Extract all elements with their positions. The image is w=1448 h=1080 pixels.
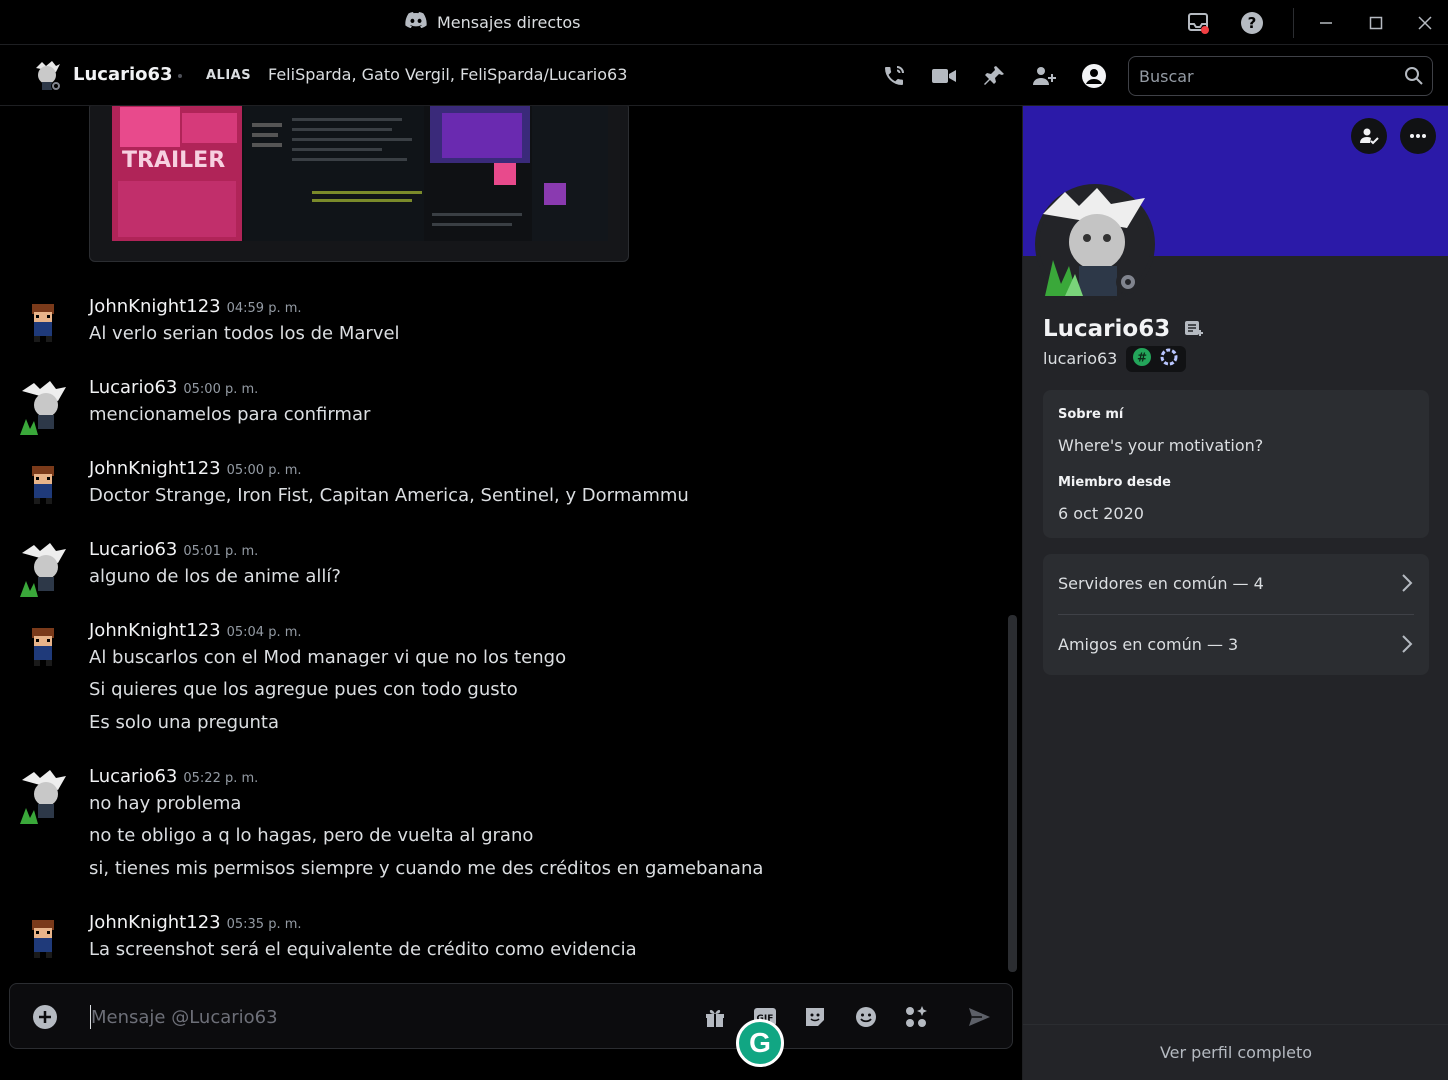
add-member-icon[interactable]	[1030, 62, 1058, 90]
message-author[interactable]: JohnKnight123 05:00 p. m.	[89, 458, 302, 479]
inbox-icon[interactable]	[1183, 8, 1213, 38]
search-box[interactable]	[1128, 56, 1433, 96]
message-author[interactable]: JohnKnight123 05:04 p. m.	[89, 620, 302, 641]
header-separator-dot	[178, 74, 182, 78]
apps-icon[interactable]	[903, 1004, 929, 1030]
about-card: Sobre mí Where's your motivation? Miembr…	[1043, 390, 1429, 538]
message-author[interactable]: Lucario63 05:00 p. m.	[89, 377, 258, 398]
sticker-icon[interactable]	[802, 1004, 828, 1030]
maximize-icon[interactable]	[1361, 8, 1391, 38]
add-friend-icon[interactable]	[1351, 118, 1387, 154]
message-text: no hay problema	[89, 793, 242, 814]
alias-label: ALIAS	[206, 68, 252, 83]
search-input[interactable]	[1139, 65, 1394, 87]
about-text: Where's your motivation?	[1058, 436, 1264, 455]
nitro-badge-icon[interactable]	[1158, 346, 1180, 372]
message-text: Al buscarlos con el Mod manager vi que n…	[89, 647, 567, 668]
channel-header: Lucario63 ALIAS FeliSparda, Gato Vergil,…	[0, 46, 1448, 106]
status-offline-icon	[1116, 270, 1140, 294]
message-timestamp: 05:00 p. m.	[226, 463, 302, 478]
message-text: Si quieres que los agregue pues con todo…	[89, 679, 518, 700]
view-full-profile-button[interactable]: Ver perfil completo	[1023, 1024, 1448, 1080]
message-author[interactable]: JohnKnight123 05:35 p. m.	[89, 912, 302, 933]
member-since-value: 6 oct 2020	[1058, 504, 1144, 523]
embed-trailer-text: TRAILER	[122, 148, 225, 173]
screenshot-preview: TRAILER	[112, 106, 608, 241]
phone-call-icon[interactable]	[880, 62, 908, 90]
avatar-lucario63[interactable]	[20, 543, 68, 597]
user-profile-icon[interactable]	[1080, 62, 1108, 90]
search-icon[interactable]	[1404, 66, 1424, 90]
avatar-lucario63[interactable]	[20, 770, 68, 824]
add-attachment-icon[interactable]	[32, 1004, 58, 1034]
message-text: si, tienes mis permisos siempre y cuando…	[89, 858, 764, 879]
emoji-icon[interactable]	[853, 1004, 879, 1030]
profile-username: lucario63	[1043, 349, 1118, 368]
mutual-servers-row[interactable]: Servidores en común — 4	[1058, 554, 1414, 614]
profile-display-name: Lucario63	[1043, 316, 1204, 343]
pin-icon[interactable]	[980, 62, 1008, 90]
hashtag-badge-icon[interactable]: #	[1132, 347, 1152, 371]
grammarly-icon[interactable]: G	[736, 1019, 784, 1067]
svg-text:?: ?	[1248, 14, 1257, 32]
message-timestamp: 05:22 p. m.	[183, 771, 259, 786]
message-timestamp: 05:01 p. m.	[183, 544, 259, 559]
video-call-icon[interactable]	[930, 62, 958, 90]
minimize-icon[interactable]	[1311, 8, 1341, 38]
chevron-right-icon	[1400, 572, 1414, 598]
message-text: Al verlo serian todos los de Marvel	[89, 323, 400, 344]
alias-value: FeliSparda, Gato Vergil, FeliSparda/Luca…	[268, 65, 628, 84]
mutual-friends-label: Amigos en común — 3	[1058, 635, 1239, 654]
message-text: mencionamelos para confirmar	[89, 404, 371, 425]
avatar-johnknight123[interactable]	[20, 916, 68, 964]
chat-scrollbar[interactable]	[1008, 615, 1017, 972]
message-input[interactable]	[90, 1005, 680, 1029]
mutual-servers-label: Servidores en común — 4	[1058, 574, 1264, 593]
message-author[interactable]: Lucario63 05:22 p. m.	[89, 766, 258, 787]
message-timestamp: 05:00 p. m.	[183, 382, 259, 397]
member-since-label: Miembro desde	[1058, 475, 1171, 490]
message-timestamp: 05:35 p. m.	[226, 917, 302, 932]
profile-badges: #	[1126, 346, 1186, 372]
help-icon[interactable]: ?	[1237, 8, 1267, 38]
message-text: alguno de los de anime allí?	[89, 566, 341, 587]
message-timestamp: 04:59 p. m.	[226, 301, 302, 316]
avatar-lucario63[interactable]	[20, 381, 68, 435]
message-composer: GIF	[9, 983, 1013, 1049]
note-icon[interactable]	[1184, 317, 1204, 343]
user-profile-panel: Lucario63 lucario63 # Sobre mí Where's y…	[1022, 106, 1448, 1080]
message-text: no te obligo a q lo hagas, pero de vuelt…	[89, 825, 534, 846]
avatar-johnknight123[interactable]	[20, 300, 68, 348]
message-list: TRAILER JohnKnight123 04:59 p. m. Al verl…	[0, 106, 1022, 976]
more-options-icon[interactable]	[1400, 118, 1436, 154]
close-window-icon[interactable]	[1410, 8, 1440, 38]
message-text: La screenshot será el equivalente de cré…	[89, 939, 637, 960]
message-text: Es solo una pregunta	[89, 712, 280, 733]
titlebar-divider	[1293, 8, 1294, 38]
chevron-right-icon	[1400, 633, 1414, 659]
avatar-johnknight123[interactable]	[20, 624, 68, 672]
window-title-text: Mensajes directos	[437, 12, 581, 32]
send-icon[interactable]	[966, 1004, 992, 1030]
header-username: Lucario63	[73, 64, 173, 85]
title-bar: Mensajes directos ?	[0, 0, 1448, 45]
discord-logo-icon	[405, 12, 427, 32]
message-text: Doctor Strange, Iron Fist, Capitan Ameri…	[89, 485, 689, 506]
message-timestamp: 05:04 p. m.	[226, 625, 302, 640]
image-attachment[interactable]: TRAILER	[89, 106, 629, 262]
about-label: Sobre mí	[1058, 407, 1124, 422]
window-title: Mensajes directos	[405, 12, 581, 32]
message-author[interactable]: JohnKnight123 04:59 p. m.	[89, 296, 302, 317]
svg-text:#: #	[1137, 351, 1147, 365]
header-avatar[interactable]	[32, 60, 62, 92]
mutual-friends-row[interactable]: Amigos en común — 3	[1058, 615, 1414, 675]
message-author[interactable]: Lucario63 05:01 p. m.	[89, 539, 258, 560]
gift-icon[interactable]	[702, 1004, 728, 1030]
mutuals-card: Servidores en común — 4 Amigos en común …	[1043, 554, 1429, 675]
avatar-johnknight123[interactable]	[20, 462, 68, 510]
